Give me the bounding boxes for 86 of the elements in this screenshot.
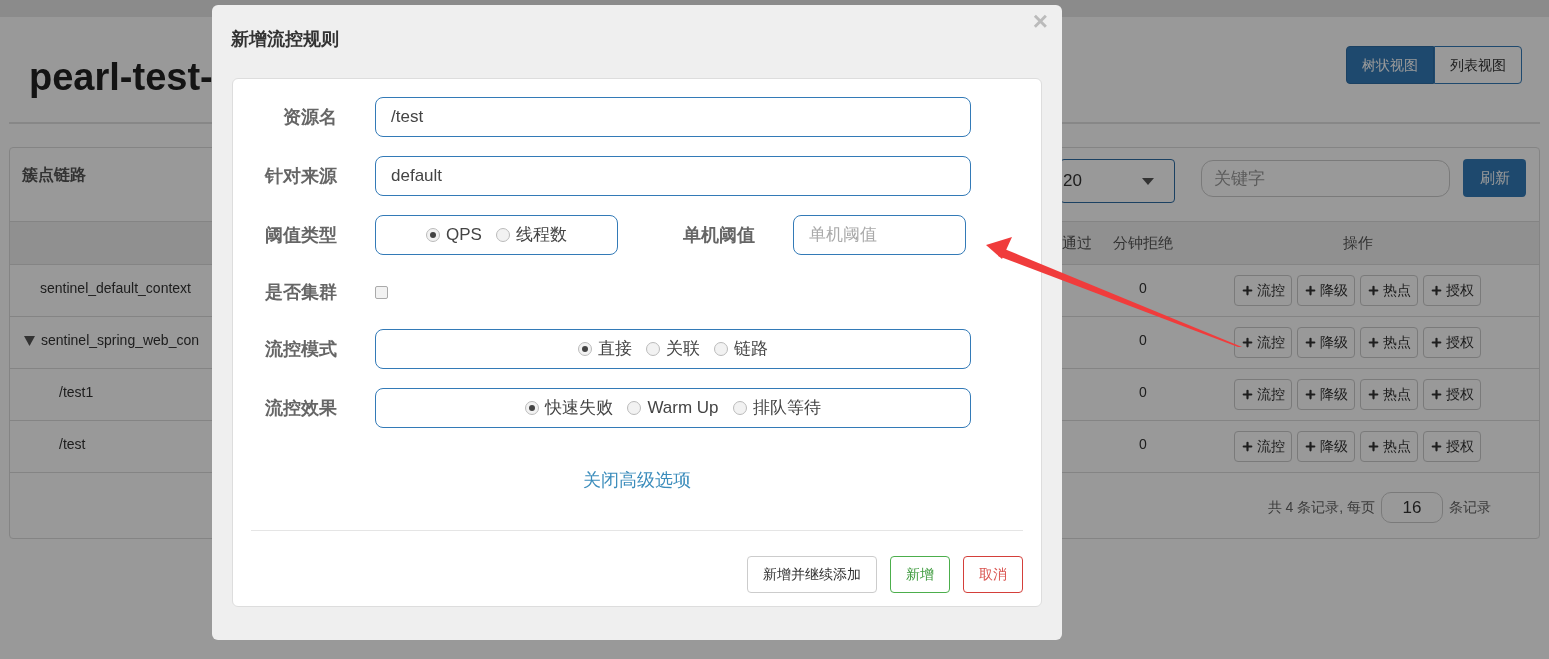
radio-label: 线程数 [515, 224, 567, 247]
plus-icon [1367, 284, 1380, 297]
threshold-field[interactable]: 单机阈值 [793, 215, 966, 255]
tree-node-name[interactable]: /test [59, 434, 86, 455]
radio-label: 链路 [734, 338, 768, 361]
radio-label: 快速失败 [545, 397, 614, 420]
radio-button[interactable] [714, 342, 728, 356]
advanced-options-link[interactable]: 关闭高级选项 [583, 467, 691, 494]
table-cell-text: 0 [1139, 435, 1147, 454]
pagination-suffix: 条记录 [1449, 498, 1491, 517]
tree-node-name[interactable]: sentinel_default_context [40, 278, 191, 299]
radio-button[interactable] [627, 401, 642, 415]
tree-node-name[interactable]: sentinel_spring_web_con [41, 330, 199, 351]
plus-icon [1304, 388, 1317, 401]
dialog-title: 新增流控规则 [231, 28, 339, 51]
refresh-button[interactable]: 刷新 [1463, 159, 1526, 197]
plus-icon [1367, 440, 1380, 453]
panel-title: 簇点链路 [22, 165, 86, 185]
view-tab[interactable]: 树状视图 [1346, 46, 1434, 84]
add-rule-button[interactable]: 热点 [1360, 327, 1418, 358]
add-rule-button[interactable]: 降级 [1297, 327, 1355, 358]
radio-label: 直接 [598, 338, 632, 361]
caret-icon [1142, 177, 1154, 185]
radio-label: QPS [446, 224, 482, 247]
plus-icon [1367, 336, 1380, 349]
radio-label: 关联 [666, 338, 700, 361]
add-rule-button[interactable]: 流控 [1234, 431, 1292, 462]
view-tab[interactable]: 列表视图 [1434, 46, 1522, 84]
field-label: 是否集群 [264, 280, 337, 304]
dialog-button[interactable]: 新增 [890, 556, 950, 593]
plus-icon [1241, 284, 1254, 297]
dialog-button[interactable]: 新增并继续添加 [747, 556, 877, 593]
add-rule-button[interactable]: 流控 [1234, 275, 1292, 306]
add-rule-button[interactable]: 流控 [1234, 327, 1292, 358]
plus-icon [1430, 440, 1443, 453]
search-field[interactable]: 关键字 [1201, 160, 1450, 197]
add-rule-button[interactable]: 降级 [1297, 431, 1355, 462]
field-label: 阈值类型 [264, 223, 337, 247]
field-label: 流控效果 [264, 396, 337, 420]
field-label: 资源名 [282, 105, 337, 129]
page-size-field[interactable]: 16 [1381, 492, 1443, 523]
radio-button[interactable] [495, 228, 510, 242]
add-rule-button[interactable]: 授权 [1423, 327, 1481, 358]
page-title: pearl-test- [29, 55, 213, 100]
field-label: 流控模式 [264, 337, 337, 361]
field-label: 单机阈值 [683, 223, 755, 247]
column-header: 操作 [1342, 232, 1373, 253]
plus-icon [1241, 440, 1254, 453]
tree-node-name[interactable]: /test1 [59, 382, 94, 403]
add-rule-button[interactable]: 授权 [1423, 431, 1481, 462]
table-cell-text: 0 [1139, 279, 1147, 298]
table-cell-text: 0 [1139, 383, 1147, 402]
plus-icon [1430, 284, 1443, 297]
table-cell-text: 0 [1139, 331, 1147, 350]
plus-icon [1304, 336, 1317, 349]
plus-icon [1304, 284, 1317, 297]
pagination-summary: 共 4 条记录, 每页 [1267, 498, 1375, 517]
column-header: 通过 [1062, 232, 1092, 253]
checkbox[interactable] [375, 285, 388, 299]
add-rule-button[interactable]: 授权 [1423, 379, 1481, 410]
radio-button[interactable] [578, 342, 592, 356]
plus-icon [1430, 388, 1443, 401]
radio-button[interactable] [646, 342, 660, 356]
radio-button[interactable] [426, 228, 441, 242]
plus-icon [1241, 388, 1254, 401]
add-rule-button[interactable]: 授权 [1423, 275, 1481, 306]
text-field[interactable]: default [375, 156, 971, 196]
column-header: 分钟拒绝 [1113, 232, 1173, 253]
radio-button[interactable] [732, 401, 747, 415]
add-rule-button[interactable]: 热点 [1360, 275, 1418, 306]
add-rule-button[interactable]: 热点 [1360, 431, 1418, 462]
plus-icon [1241, 336, 1254, 349]
add-rule-button[interactable]: 降级 [1297, 275, 1355, 306]
radio-label: 排队等待 [752, 397, 821, 420]
plus-icon [1430, 336, 1443, 349]
add-rule-button[interactable]: 降级 [1297, 379, 1355, 410]
expanded-triangle-icon[interactable] [24, 335, 35, 346]
add-rule-button[interactable]: 热点 [1360, 379, 1418, 410]
radio-label: Warm Up [647, 397, 719, 420]
text-field[interactable]: /test [375, 97, 971, 137]
field-label: 针对来源 [263, 164, 337, 188]
plus-icon [1304, 440, 1317, 453]
add-rule-button[interactable]: 流控 [1234, 379, 1292, 410]
radio-button[interactable] [525, 401, 540, 415]
plus-icon [1367, 388, 1380, 401]
dialog-button[interactable]: 取消 [963, 556, 1023, 593]
